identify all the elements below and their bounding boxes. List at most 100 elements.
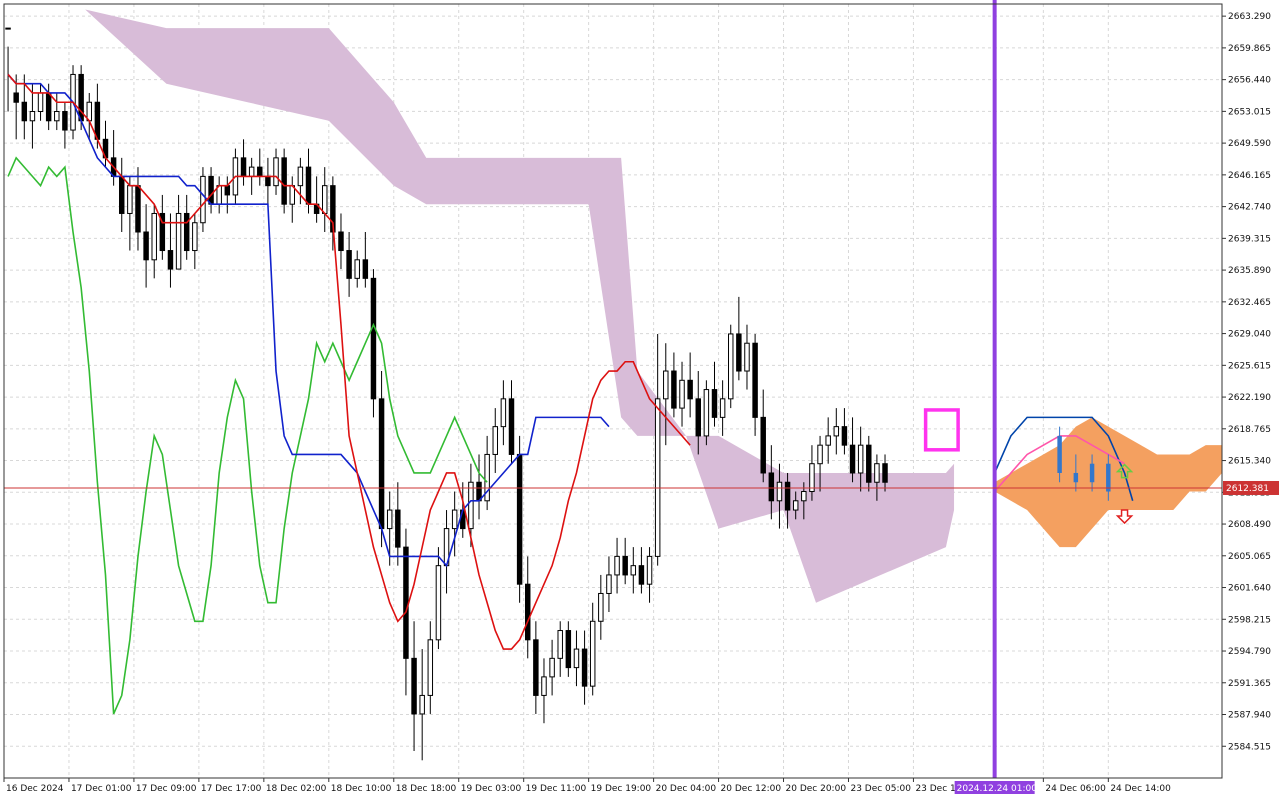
y-tick-label: 2625.615 xyxy=(1228,361,1271,371)
candle[interactable] xyxy=(265,157,271,205)
x-tick-label: 17 Dec 17:00 xyxy=(201,784,262,794)
y-axis: 2663.290 2659.865 2656.440 2653.015 2649.590… xyxy=(1222,12,1271,752)
candle[interactable] xyxy=(362,232,369,288)
candle[interactable] xyxy=(671,352,677,418)
candle[interactable] xyxy=(62,102,68,149)
candle[interactable] xyxy=(419,649,425,761)
candle[interactable] xyxy=(395,482,401,566)
candle-body xyxy=(427,639,434,696)
candle[interactable] xyxy=(313,176,320,223)
candle[interactable] xyxy=(752,333,758,436)
candle[interactable] xyxy=(589,602,596,696)
candle-body xyxy=(192,222,198,252)
candle-body xyxy=(468,481,474,530)
candle[interactable] xyxy=(411,621,417,752)
candle[interactable] xyxy=(200,167,206,233)
candle-body xyxy=(776,481,783,502)
candle[interactable] xyxy=(289,176,295,223)
candle[interactable] xyxy=(167,213,174,288)
candle[interactable] xyxy=(711,361,718,427)
candle[interactable] xyxy=(541,658,547,724)
candle[interactable] xyxy=(127,176,133,251)
candle[interactable] xyxy=(736,296,742,381)
candle[interactable] xyxy=(119,157,125,233)
candle[interactable] xyxy=(183,194,190,260)
candle[interactable] xyxy=(598,574,604,640)
candle[interactable] xyxy=(240,139,247,186)
candle[interactable] xyxy=(476,454,482,520)
candle[interactable] xyxy=(370,269,377,418)
candle[interactable] xyxy=(192,213,198,270)
candle[interactable] xyxy=(825,417,831,464)
candle[interactable] xyxy=(841,408,848,455)
candle[interactable] xyxy=(427,621,434,714)
candle[interactable] xyxy=(687,352,693,418)
x-tick-label: 19 Dec 03:00 xyxy=(461,784,522,794)
candle[interactable] xyxy=(273,148,279,195)
candle[interactable] xyxy=(525,556,531,659)
candle[interactable] xyxy=(606,556,612,613)
candle[interactable] xyxy=(630,547,637,594)
candle[interactable] xyxy=(833,408,840,455)
candle-body xyxy=(338,231,344,252)
candle[interactable] xyxy=(257,148,263,186)
candle[interactable] xyxy=(744,324,750,390)
candle[interactable] xyxy=(224,176,231,214)
candle-body xyxy=(801,491,807,502)
candle[interactable] xyxy=(484,435,490,511)
candle[interactable] xyxy=(54,92,60,131)
candle-body xyxy=(606,574,612,594)
candle-body xyxy=(13,92,19,103)
candle[interactable] xyxy=(159,194,166,260)
candle[interactable] xyxy=(175,194,182,270)
candle[interactable] xyxy=(703,380,710,446)
candle[interactable] xyxy=(151,204,157,279)
price-chart[interactable]: 2663.290 2659.865 2656.440 2653.015 2649.590… xyxy=(0,0,1280,800)
candle[interactable] xyxy=(322,167,328,233)
candle[interactable] xyxy=(451,491,458,557)
candle[interactable] xyxy=(516,435,523,603)
candle[interactable] xyxy=(354,250,360,288)
candle-body xyxy=(833,426,840,437)
candle[interactable] xyxy=(5,27,11,112)
candle[interactable] xyxy=(581,630,588,705)
y-tick-label: 2635.890 xyxy=(1228,266,1271,276)
candle-body xyxy=(589,620,596,687)
candle[interactable] xyxy=(849,417,856,483)
candle[interactable] xyxy=(443,510,450,594)
candle[interactable] xyxy=(492,408,498,473)
candle[interactable] xyxy=(435,547,442,650)
candle-body xyxy=(37,92,44,113)
down-arrow-icon[interactable] xyxy=(1115,509,1134,525)
candle[interactable] xyxy=(760,389,766,483)
candle[interactable] xyxy=(565,621,572,677)
candle[interactable] xyxy=(573,630,580,687)
candle[interactable] xyxy=(216,176,222,214)
y-tick-label: 2605.065 xyxy=(1228,552,1271,562)
y-tick-label: 2639.315 xyxy=(1228,234,1271,244)
candle-body xyxy=(5,27,11,30)
candle[interactable] xyxy=(533,621,539,714)
candle-body xyxy=(362,259,369,279)
candle[interactable] xyxy=(557,621,563,677)
candle[interactable] xyxy=(614,537,620,594)
candle[interactable] xyxy=(728,324,734,409)
candle[interactable] xyxy=(679,361,685,427)
candle[interactable] xyxy=(143,204,149,288)
candle[interactable] xyxy=(338,213,344,270)
candle[interactable] xyxy=(719,380,726,436)
candle[interactable] xyxy=(346,232,352,297)
candle[interactable] xyxy=(500,380,507,446)
candle-body xyxy=(768,472,775,502)
candle-body xyxy=(541,676,547,696)
candle[interactable] xyxy=(654,333,661,566)
candle[interactable] xyxy=(281,148,287,214)
candle[interactable] xyxy=(622,537,628,585)
candle[interactable] xyxy=(86,92,92,140)
candle[interactable] xyxy=(110,130,117,186)
candle[interactable] xyxy=(638,547,645,594)
candle-body xyxy=(500,398,507,428)
candle[interactable] xyxy=(508,380,515,464)
candle[interactable] xyxy=(549,639,555,696)
candle[interactable] xyxy=(37,83,44,121)
